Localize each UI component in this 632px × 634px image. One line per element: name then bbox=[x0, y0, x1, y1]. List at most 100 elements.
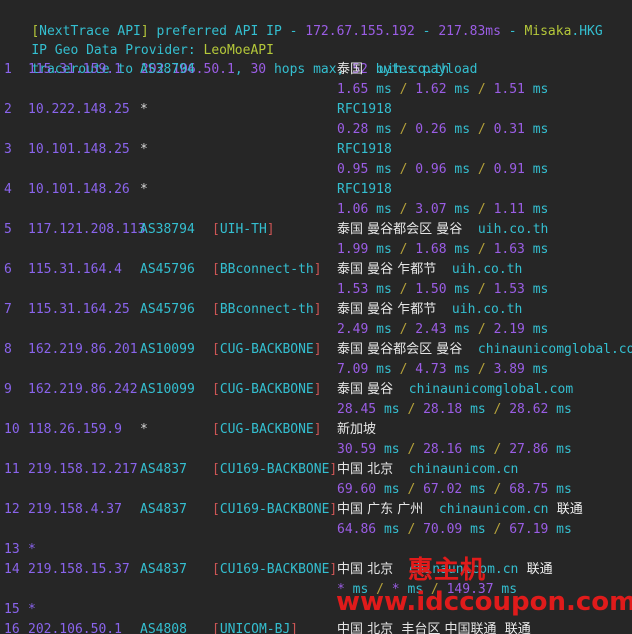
hop-index: 15 bbox=[4, 602, 20, 617]
terminal-window: [NextTrace API] preferred API IP - 172.6… bbox=[0, 0, 632, 634]
hop-rtt-3: 67.19 bbox=[509, 522, 549, 537]
hop-index: 12 bbox=[4, 502, 20, 517]
hop-ip: 219.158.4.37 bbox=[28, 502, 122, 517]
hop-asn: AS45796 bbox=[140, 302, 195, 317]
hop-rtt-unit: ms bbox=[548, 442, 572, 457]
hop-geo-block: 中国 北京 chinaunicom.cn 联通 bbox=[337, 560, 553, 580]
hop-geo-block: RFC1918 bbox=[337, 100, 392, 120]
hop-asn: AS38794 bbox=[140, 62, 195, 77]
rtt-separator: / bbox=[470, 242, 494, 257]
hop-rtt-unit: ms bbox=[524, 322, 549, 337]
hop-rtt-unit: ms bbox=[524, 202, 549, 217]
rtt-separator: / bbox=[391, 82, 416, 97]
hop-rtt-1: 1.53 bbox=[337, 282, 369, 297]
api-node-suffix: .HKG bbox=[571, 24, 603, 39]
hop-network-tag-label: CUG-BACKBONE bbox=[219, 342, 314, 357]
hop-rtt-2: 67.02 bbox=[423, 482, 463, 497]
hop-geo-location: 泰国 曼谷都会区 曼谷 bbox=[337, 342, 463, 357]
hop-geo-location: 中国 北京 bbox=[337, 562, 394, 577]
hop-asn: * bbox=[140, 142, 148, 157]
hop-rtt-unit: ms bbox=[446, 202, 471, 217]
hop-index: 13 bbox=[4, 542, 20, 557]
hop-rtt-unit: ms bbox=[462, 442, 486, 457]
hop-rtt-2: 28.16 bbox=[423, 442, 463, 457]
rtt-separator: / bbox=[399, 402, 424, 417]
hop-asn: * bbox=[140, 182, 148, 197]
hop-rtt-unit: ms bbox=[368, 282, 392, 297]
api-dash-1: - bbox=[289, 24, 306, 39]
hop-geo-block: 新加坡 bbox=[337, 420, 376, 440]
hop-rtt-2: 4.73 bbox=[415, 362, 447, 377]
rtt-separator: / bbox=[485, 402, 510, 417]
hop-rtt-3: 0.31 bbox=[493, 122, 525, 137]
hop-ip: 10.101.148.25 bbox=[28, 142, 130, 157]
hop-rtt-unit: ms bbox=[446, 122, 471, 137]
hop-ip: 115.31.159.1 bbox=[28, 62, 122, 77]
hop-geo-block: 泰国 曼谷都会区 曼谷 uih.co.th bbox=[337, 220, 548, 240]
hop-geo-location: 泰国 曼谷 乍都节 bbox=[337, 302, 437, 317]
rtt-separator: / bbox=[485, 482, 510, 497]
hop-isp: 联通 bbox=[526, 562, 553, 577]
hop-rtt-unit: ms bbox=[462, 482, 486, 497]
api-latency: 217.83ms bbox=[438, 24, 501, 39]
hop-hostname: chinaunicom.cn bbox=[408, 462, 519, 477]
hop-rtt-1: 1.99 bbox=[337, 242, 369, 257]
hop-rtt-1: 7.09 bbox=[337, 362, 369, 377]
rtt-separator: / bbox=[470, 362, 494, 377]
hop-hostname: chinaunicomglobal.com bbox=[408, 382, 574, 397]
hop-rtt-1: 30.59 bbox=[337, 442, 377, 457]
hop-geo-block: 泰国 曼谷都会区 曼谷 chinaunicomglobal.com bbox=[337, 340, 632, 360]
hop-rtt-unit: ms bbox=[462, 522, 486, 537]
hop-rtt-unit: ms bbox=[368, 362, 392, 377]
hop-hostname: RFC1918 bbox=[337, 142, 392, 157]
hop-ip: 10.222.148.25 bbox=[28, 102, 130, 117]
hop-rtt-1: 0.28 bbox=[337, 122, 369, 137]
hop-ip: 162.219.86.242 bbox=[28, 382, 138, 397]
hop-index: 14 bbox=[4, 562, 20, 577]
hop-rtt-3: 1.53 bbox=[493, 282, 525, 297]
hop-geo-location: 泰国 曼谷 bbox=[337, 382, 394, 397]
hop-rtt-unit: ms bbox=[524, 242, 549, 257]
rtt-separator: / bbox=[470, 162, 494, 177]
hop-rtt-3: 0.91 bbox=[493, 162, 525, 177]
rtt-separator: / bbox=[368, 582, 392, 597]
hop-rtt-unit: ms bbox=[524, 82, 549, 97]
hop-geo-block: 中国 广东 广州 chinaunicom.cn 联通 bbox=[337, 500, 583, 520]
hop-asn: * bbox=[140, 422, 148, 437]
hop-rtt-unit: ms bbox=[524, 362, 549, 377]
traceroute-hops: 30 bbox=[250, 62, 267, 77]
hop-rtt-2: 28.18 bbox=[423, 402, 463, 417]
hop-geo-location: 泰国 bbox=[337, 62, 364, 77]
hop-rtt-unit: ms bbox=[446, 242, 471, 257]
hop-geo-location: 新加坡 bbox=[337, 422, 377, 437]
hop-geo-location: 中国 北京 bbox=[337, 462, 394, 477]
hop-rtt-unit: ms bbox=[368, 162, 392, 177]
hop-network-tag: [CU169-BACKBONE] bbox=[212, 502, 338, 517]
hop-rtt-unit: ms bbox=[462, 402, 486, 417]
api-dash-3: - bbox=[500, 24, 525, 39]
hop-ip: 118.26.159.9 bbox=[28, 422, 122, 437]
hop-ip: 219.158.12.217 bbox=[28, 462, 138, 477]
rtt-separator: / bbox=[423, 582, 447, 597]
hop-rtt-1: 2.49 bbox=[337, 322, 369, 337]
hop-asn: AS38794 bbox=[140, 222, 195, 237]
hop-geo-block: 中国 北京 丰台区 中国联通 联通 bbox=[337, 620, 531, 634]
hop-rtt-1: 0.95 bbox=[337, 162, 369, 177]
hop-asn: AS10099 bbox=[140, 342, 195, 357]
hop-geo-block: RFC1918 bbox=[337, 140, 392, 160]
rtt-separator: / bbox=[485, 442, 510, 457]
hop-geo-location: 中国 广东 广州 bbox=[337, 502, 424, 517]
hop-asn: AS10099 bbox=[140, 382, 195, 397]
hop-hostname: uih.co.th bbox=[477, 222, 549, 237]
rtt-separator: / bbox=[391, 202, 416, 217]
hop-asn: AS4808 bbox=[140, 622, 187, 634]
hop-rtt-1: 1.06 bbox=[337, 202, 369, 217]
hop-network-tag-label: UNICOM-BJ bbox=[219, 622, 291, 634]
hop-index: 6 bbox=[4, 262, 12, 277]
hop-rtt-unit: ms bbox=[548, 522, 572, 537]
hop-index: 2 bbox=[4, 102, 12, 117]
hop-ip: 115.31.164.25 bbox=[28, 302, 130, 317]
header-api-line: [NextTrace API] preferred API IP - 172.6… bbox=[0, 2, 602, 39]
rtt-separator: / bbox=[470, 202, 494, 217]
hop-hostname: chinaunicomglobal.com bbox=[477, 342, 632, 357]
